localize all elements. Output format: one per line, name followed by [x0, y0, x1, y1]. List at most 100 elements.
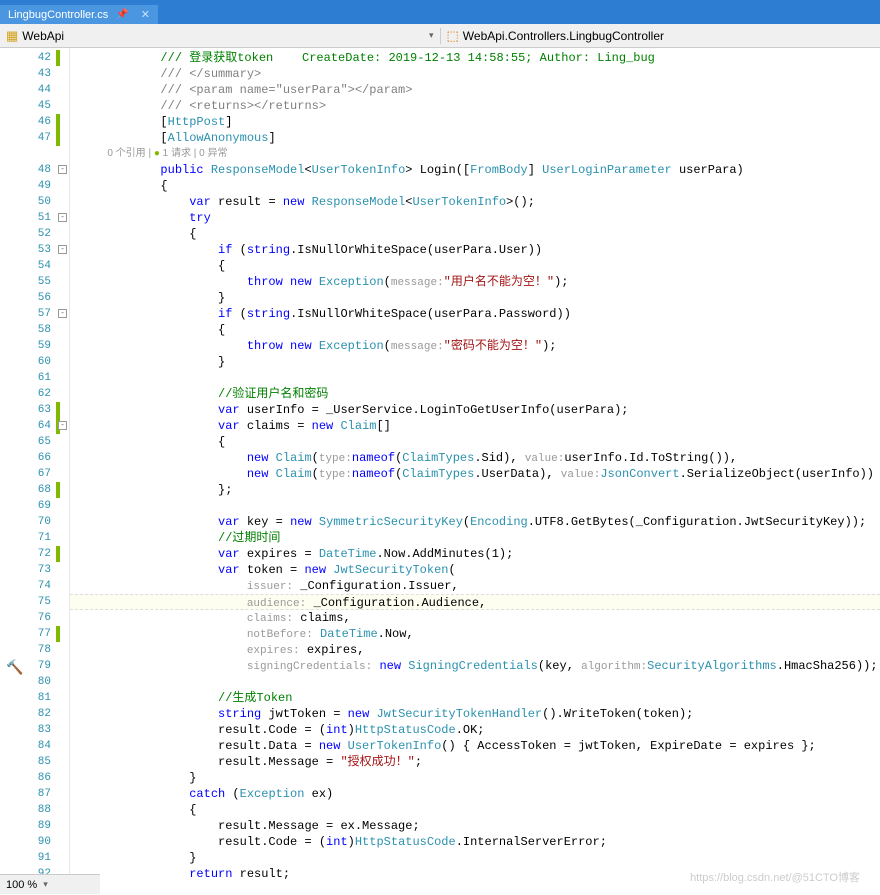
fold-toggle[interactable]: -	[58, 165, 67, 174]
line-number: 90	[0, 834, 69, 850]
codelens[interactable]: 0 个引用 | ● 1 请求 | 0 异常	[70, 146, 880, 162]
code-line[interactable]: issuer: _Configuration.Issuer,	[70, 578, 880, 594]
code-line[interactable]: [AllowAnonymous]	[70, 130, 880, 146]
line-number: 77	[0, 626, 69, 642]
breadcrumb-class[interactable]: ⬚ WebApi.Controllers.LingbugController	[440, 28, 880, 44]
code-line[interactable]: [HttpPost]	[70, 114, 880, 130]
code-line[interactable]: {	[70, 322, 880, 338]
line-number: 60	[0, 354, 69, 370]
code-line[interactable]: var claims = new Claim[]	[70, 418, 880, 434]
code-line[interactable]: {	[70, 802, 880, 818]
code-line[interactable]: //生成Token	[70, 690, 880, 706]
code-line[interactable]: result.Message = ex.Message;	[70, 818, 880, 834]
code-line[interactable]	[70, 498, 880, 514]
code-line[interactable]: if (string.IsNullOrWhiteSpace(userPara.P…	[70, 306, 880, 322]
code-line[interactable]: //过期时间	[70, 530, 880, 546]
code-line[interactable]	[70, 674, 880, 690]
code-line[interactable]: /// 登录获取token CreateDate: 2019-12-13 14:…	[70, 50, 880, 66]
fold-toggle[interactable]: -	[58, 309, 67, 318]
code-line[interactable]: };	[70, 482, 880, 498]
line-number: 63	[0, 402, 69, 418]
zoom-level[interactable]: 100 %	[6, 879, 37, 891]
file-tab[interactable]: LingbugController.cs 📌 ✕	[0, 5, 158, 24]
code-line[interactable]: }	[70, 850, 880, 866]
code-line[interactable]: var expires = DateTime.Now.AddMinutes(1)…	[70, 546, 880, 562]
close-icon[interactable]: ✕	[141, 8, 150, 21]
line-number: 44	[0, 82, 69, 98]
tab-bar: LingbugController.cs 📌 ✕	[0, 0, 880, 24]
breadcrumb: ▦ WebApi ▾ ⬚ WebApi.Controllers.LingbugC…	[0, 24, 880, 48]
line-number: 67	[0, 466, 69, 482]
line-number: 46	[0, 114, 69, 130]
pin-icon[interactable]: 📌	[116, 9, 128, 20]
line-number: 75	[0, 594, 69, 610]
quick-action-icon[interactable]: 🔨	[6, 660, 23, 677]
code-line[interactable]: /// </summary>	[70, 66, 880, 82]
code-line[interactable]: throw new Exception(message:"用户名不能为空！");	[70, 274, 880, 290]
fold-toggle[interactable]: -	[58, 245, 67, 254]
line-number: 89	[0, 818, 69, 834]
code-line[interactable]: var key = new SymmetricSecurityKey(Encod…	[70, 514, 880, 530]
code-line[interactable]	[70, 370, 880, 386]
code-line[interactable]: {	[70, 178, 880, 194]
code-line[interactable]: result.Message = "授权成功！";	[70, 754, 880, 770]
code-area[interactable]: /// 登录获取token CreateDate: 2019-12-13 14:…	[70, 48, 880, 890]
line-number: 58	[0, 322, 69, 338]
line-number: 54	[0, 258, 69, 274]
code-line[interactable]: }	[70, 290, 880, 306]
code-line[interactable]: result.Code = (int)HttpStatusCode.Intern…	[70, 834, 880, 850]
code-line[interactable]: signingCredentials: new SigningCredentia…	[70, 658, 880, 674]
code-line[interactable]: new Claim(type:nameof(ClaimTypes.UserDat…	[70, 466, 880, 482]
line-number: 48-	[0, 162, 69, 178]
code-line[interactable]: throw new Exception(message:"密码不能为空！");	[70, 338, 880, 354]
code-line[interactable]: //验证用户名和密码	[70, 386, 880, 402]
line-number: 70	[0, 514, 69, 530]
line-number: 91	[0, 850, 69, 866]
line-number: 53-	[0, 242, 69, 258]
code-line[interactable]: new Claim(type:nameof(ClaimTypes.Sid), v…	[70, 450, 880, 466]
code-line[interactable]: {	[70, 434, 880, 450]
code-line[interactable]: }	[70, 770, 880, 786]
line-number: 51-	[0, 210, 69, 226]
class-icon: ⬚	[447, 28, 459, 44]
code-line[interactable]: notBefore: DateTime.Now,	[70, 626, 880, 642]
code-line[interactable]: result.Code = (int)HttpStatusCode.OK;	[70, 722, 880, 738]
code-line[interactable]: /// <param name="userPara"></param>	[70, 82, 880, 98]
line-number: 64-	[0, 418, 69, 434]
line-number: 82	[0, 706, 69, 722]
code-line[interactable]: if (string.IsNullOrWhiteSpace(userPara.U…	[70, 242, 880, 258]
line-number: 65	[0, 434, 69, 450]
breadcrumb-project-text: WebApi	[22, 29, 64, 43]
line-number: 62	[0, 386, 69, 402]
code-editor[interactable]: 42434445464748-495051-5253-54555657-5859…	[0, 48, 880, 890]
line-number: 76	[0, 610, 69, 626]
code-line[interactable]: var token = new JwtSecurityToken(	[70, 562, 880, 578]
line-number-gutter: 42434445464748-495051-5253-54555657-5859…	[0, 48, 70, 890]
code-line[interactable]: /// <returns></returns>	[70, 98, 880, 114]
tab-filename: LingbugController.cs	[8, 9, 108, 21]
fold-toggle[interactable]: -	[58, 421, 67, 430]
code-line[interactable]: catch (Exception ex)	[70, 786, 880, 802]
code-line[interactable]: string jwtToken = new JwtSecurityTokenHa…	[70, 706, 880, 722]
line-number: 72	[0, 546, 69, 562]
fold-toggle[interactable]: -	[58, 213, 67, 222]
line-number: 83	[0, 722, 69, 738]
line-number: 61	[0, 370, 69, 386]
code-line[interactable]: var result = new ResponseModel<UserToken…	[70, 194, 880, 210]
breadcrumb-project[interactable]: ▦ WebApi ▾	[0, 28, 440, 44]
chevron-down-icon[interactable]: ▾	[429, 30, 434, 41]
zoom-dropdown-icon[interactable]: ▾	[43, 879, 48, 890]
code-line[interactable]: public ResponseModel<UserTokenInfo> Logi…	[70, 162, 880, 178]
code-line[interactable]: claims: claims,	[70, 610, 880, 626]
line-number: 74	[0, 578, 69, 594]
code-line[interactable]: var userInfo = _UserService.LoginToGetUs…	[70, 402, 880, 418]
code-line[interactable]: }	[70, 354, 880, 370]
code-line[interactable]: result.Data = new UserTokenInfo() { Acce…	[70, 738, 880, 754]
project-icon: ▦	[6, 28, 18, 44]
code-line[interactable]: audience: _Configuration.Audience,	[70, 594, 880, 610]
code-line[interactable]: {	[70, 226, 880, 242]
code-line[interactable]: try	[70, 210, 880, 226]
code-line[interactable]: expires: expires,	[70, 642, 880, 658]
code-line[interactable]: {	[70, 258, 880, 274]
line-number: 84	[0, 738, 69, 754]
